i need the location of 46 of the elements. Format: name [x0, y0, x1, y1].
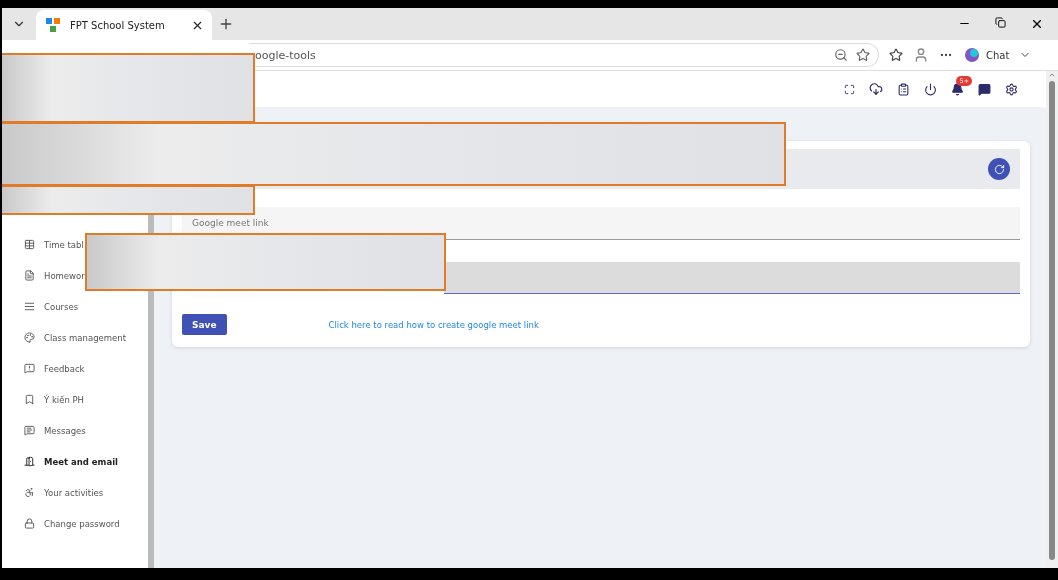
favorites-icon[interactable] — [889, 48, 903, 62]
table-icon — [24, 239, 35, 250]
bookmark-icon — [24, 394, 35, 405]
clipboard-icon[interactable] — [897, 82, 910, 96]
tab-title: FPT School System — [70, 19, 166, 31]
sidebar-item[interactable]: Time tabl — [2, 229, 84, 260]
chat-button[interactable]: Chat — [963, 46, 1010, 64]
feedback-icon — [24, 363, 35, 374]
sidebar-item[interactable]: Class management — [2, 322, 126, 353]
sidebar-item[interactable]: Meet and email — [2, 446, 119, 477]
sidebar-item[interactable]: Messages — [2, 415, 86, 446]
profile-icon[interactable] — [913, 47, 929, 63]
browser-tab[interactable]: FPT School System — [36, 10, 212, 40]
door-icon — [24, 456, 35, 467]
document-icon — [24, 270, 35, 281]
sidebar-item[interactable]: Change password — [2, 508, 120, 539]
sidebar-item[interactable]: Your activities — [2, 477, 104, 508]
sidebar-item[interactable]: Ý kiến PH — [2, 384, 84, 415]
new-tab-icon[interactable] — [218, 16, 234, 32]
bell-icon[interactable] — [951, 82, 964, 96]
input-field[interactable] — [444, 262, 1020, 294]
power-icon[interactable] — [924, 82, 937, 96]
restore-icon[interactable] — [995, 17, 1006, 28]
fullscreen-icon[interactable] — [844, 83, 855, 95]
palette-icon — [24, 332, 35, 343]
person-icon — [24, 487, 35, 498]
close-icon[interactable] — [1030, 17, 1044, 31]
meet-link-field[interactable]: Google meet link — [182, 207, 1020, 240]
refresh-button[interactable] — [988, 158, 1010, 180]
cloud-download-icon[interactable] — [869, 82, 883, 96]
help-link[interactable]: Click here to read how to create google meet link — [328, 319, 539, 330]
save-button[interactable]: Save — [182, 314, 227, 335]
sidebar-item[interactable]: Feedback — [2, 353, 85, 384]
settings-icon[interactable] — [1005, 82, 1018, 96]
chat-icon[interactable] — [978, 82, 991, 96]
sidebar-item[interactable]: Homewor — [2, 260, 85, 291]
zoom-out-icon[interactable] — [834, 48, 848, 62]
sidebar-item[interactable]: Courses — [2, 291, 79, 322]
message-icon — [24, 425, 35, 436]
chat-logo-icon — [963, 46, 981, 64]
scroll-up-icon[interactable] — [1048, 71, 1056, 79]
logo-icon — [44, 16, 62, 34]
star-icon[interactable] — [856, 48, 870, 62]
refresh-icon — [993, 163, 1005, 175]
lines-icon — [24, 301, 35, 312]
lock-icon — [24, 518, 35, 529]
